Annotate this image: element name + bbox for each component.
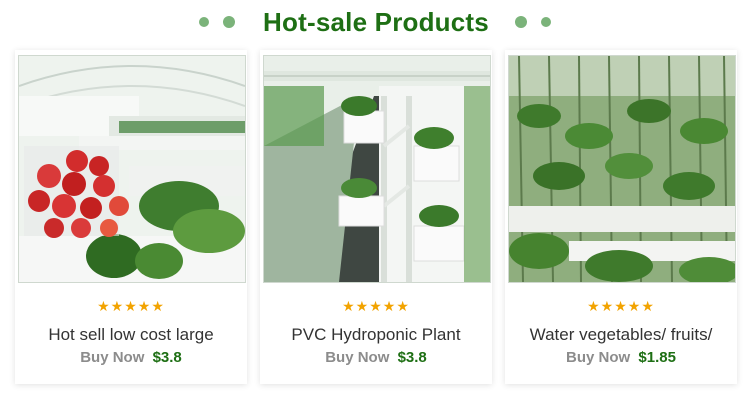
product-image[interactable] [18, 55, 246, 283]
hydroponic-rack-photo [264, 56, 490, 282]
decor-dots-right [514, 16, 551, 28]
product-image[interactable] [508, 55, 736, 283]
decor-dot [199, 17, 210, 27]
price-line: Buy Now $3.8 [15, 349, 247, 366]
rating-stars: ★★★★★ [342, 298, 410, 314]
product-price: $1.85 [638, 349, 676, 366]
strawberry-greenhouse-photo [19, 56, 245, 282]
product-card[interactable]: ★★★★★ Water vegetables/ fruits/ Buy Now … [505, 50, 737, 384]
buy-now-link[interactable]: Buy Now [566, 349, 630, 366]
price-line: Buy Now $3.8 [260, 349, 492, 366]
product-price: $3.8 [397, 349, 427, 366]
section-header: Hot-sale Products [0, 4, 750, 40]
decor-dot [223, 16, 236, 28]
decor-dots-left [199, 16, 236, 28]
product-card[interactable]: ★★★★★ Hot sell low cost large Buy Now $3… [15, 50, 247, 384]
section-title: Hot-sale Products [263, 6, 489, 37]
rating-stars: ★★★★★ [97, 298, 165, 314]
product-card[interactable]: ★★★★★ PVC Hydroponic Plant Buy Now $3.8 [260, 50, 492, 384]
rating-stars: ★★★★★ [587, 298, 655, 314]
buy-now-link[interactable]: Buy Now [80, 349, 144, 366]
product-name[interactable]: Water vegetables/ fruits/ [505, 325, 737, 345]
vine-greenhouse-photo [509, 56, 735, 282]
product-name[interactable]: Hot sell low cost large [15, 325, 247, 345]
buy-now-link[interactable]: Buy Now [325, 349, 389, 366]
decor-dot [514, 16, 527, 28]
product-name[interactable]: PVC Hydroponic Plant [260, 325, 492, 345]
decor-dot [540, 17, 551, 27]
price-line: Buy Now $1.85 [505, 349, 737, 366]
product-price: $3.8 [152, 349, 182, 366]
product-image[interactable] [263, 55, 491, 283]
